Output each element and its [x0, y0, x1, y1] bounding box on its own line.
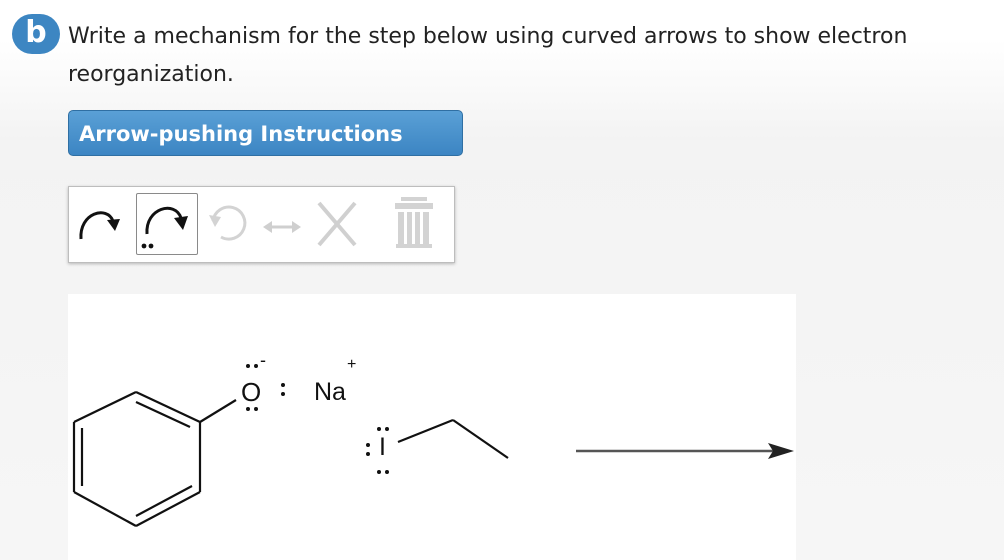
iodine-lone-pair-dot	[366, 443, 370, 447]
rotate-icon	[209, 205, 247, 241]
iodine-atom-label: I	[379, 433, 386, 461]
single-curved-arrow-icon	[79, 211, 120, 240]
oxygen-lone-pair-dot	[246, 407, 250, 411]
resonance-arrow-icon	[263, 221, 301, 233]
sodium-atom-label: Na	[314, 378, 346, 406]
resonance-arrow-tool[interactable]	[259, 193, 305, 255]
rotate-tool[interactable]	[201, 193, 259, 255]
lone-pair-curved-arrow-icon	[141, 206, 188, 249]
oxygen-lone-pair-dot	[281, 392, 285, 396]
single-curved-arrow-tool[interactable]	[73, 193, 137, 255]
carbon-oxygen-bond	[199, 399, 237, 423]
oxygen-lone-pair-dot	[281, 383, 285, 387]
iodine-carbon-bond	[397, 418, 454, 444]
arrow-tool-toolbar	[68, 186, 455, 263]
part-label-badge: b	[12, 14, 60, 54]
oxygen-lone-pair-dot	[254, 364, 258, 368]
lone-pair-arrow-tool[interactable]	[136, 193, 198, 255]
oxygen-lone-pair-dot	[254, 407, 258, 411]
iodine-lone-pair-dot	[377, 470, 381, 474]
sodium-charge: +	[347, 356, 357, 373]
iodine-lone-pair-dot	[385, 470, 389, 474]
delete-arrow-tool[interactable]	[307, 193, 369, 255]
oxygen-charge: -	[260, 350, 266, 370]
oxygen-atom-label: O	[241, 377, 262, 407]
iodine-lone-pair-dot	[366, 452, 370, 456]
oxygen-lone-pair-dot	[246, 364, 250, 368]
benzene-ring	[72, 391, 202, 527]
clear-all-tool[interactable]	[387, 193, 441, 255]
arrow-pushing-instructions-button[interactable]: Arrow-pushing Instructions	[68, 110, 463, 156]
trash-icon	[395, 197, 433, 248]
iodine-lone-pair-dot	[385, 427, 389, 431]
reaction-drawing-canvas[interactable]: O - Na + I	[68, 294, 796, 560]
question-text: Write a mechanism for the step below usi…	[68, 24, 908, 87]
ethyl-bond	[452, 419, 509, 459]
reaction-structure-drawing	[72, 391, 794, 527]
iodine-lone-pair-dot	[377, 427, 381, 431]
close-icon	[317, 201, 357, 247]
